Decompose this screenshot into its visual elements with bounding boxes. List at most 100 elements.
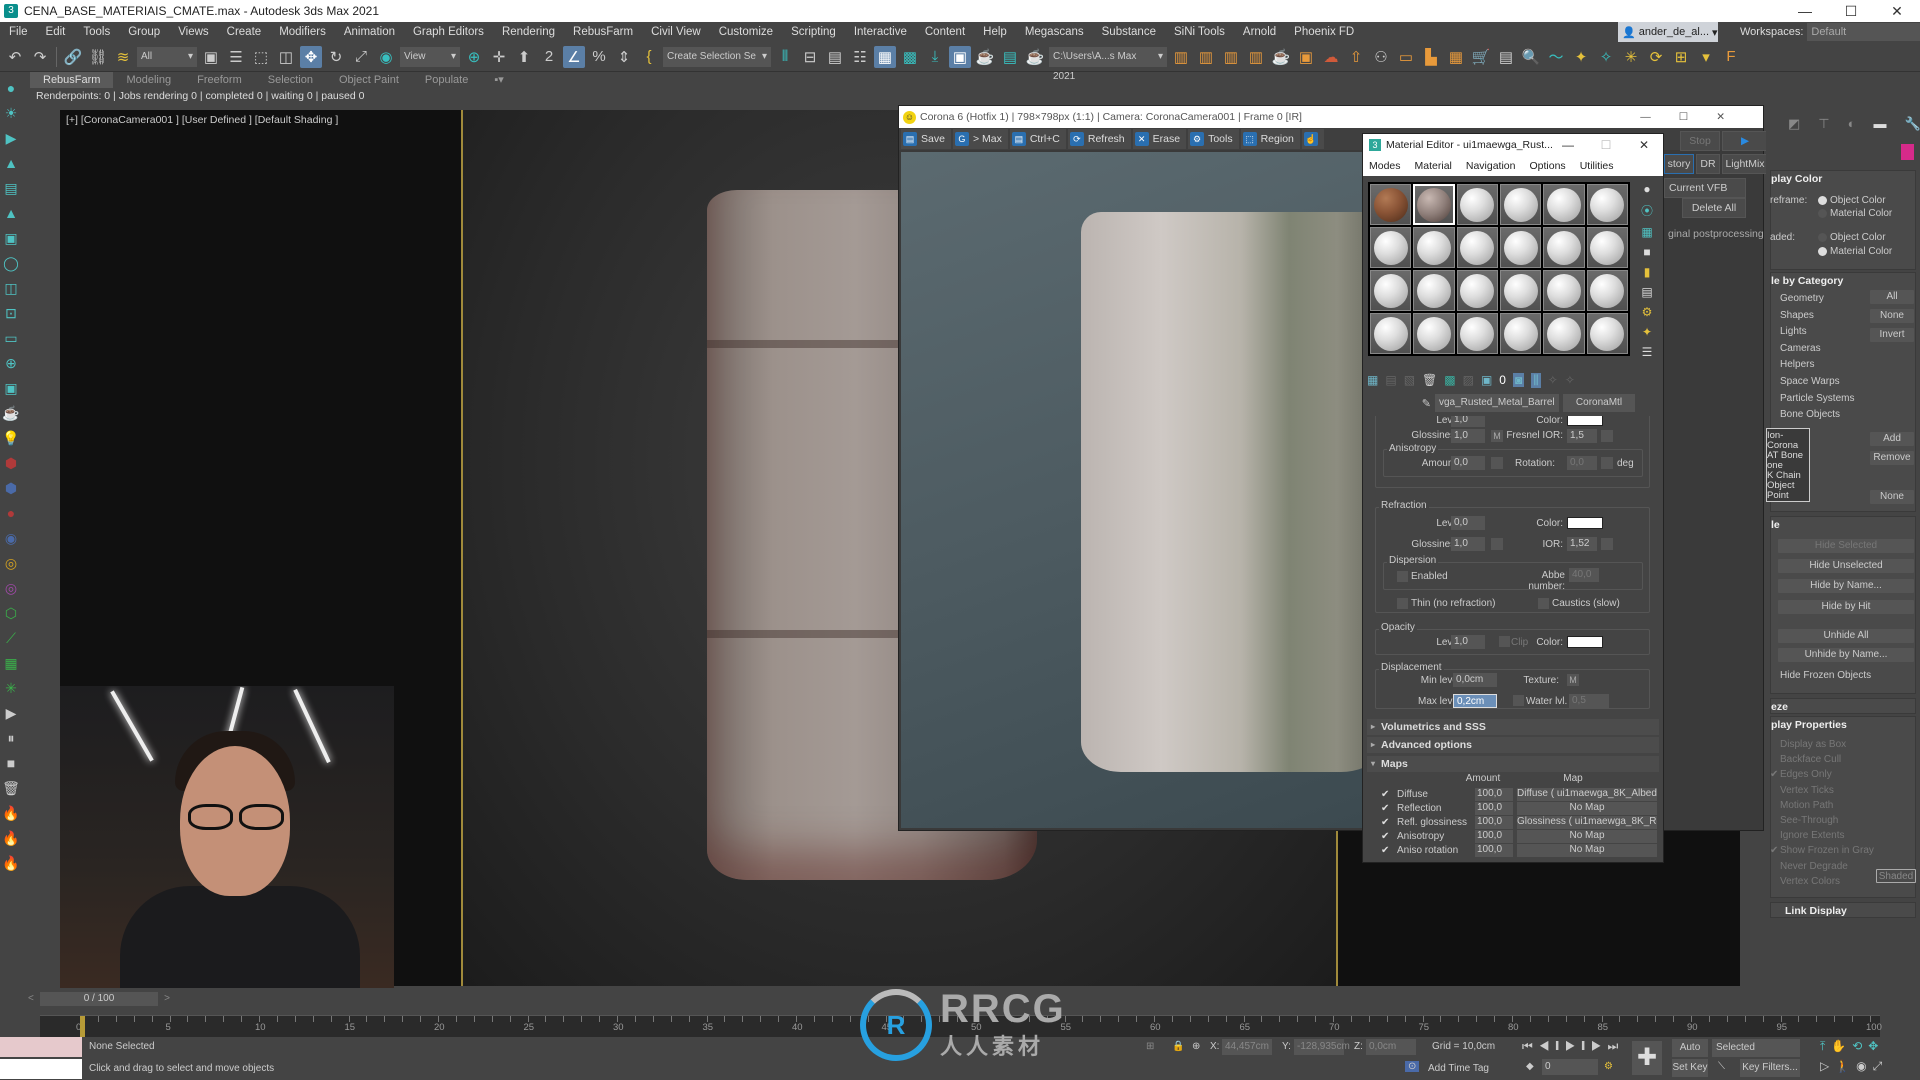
keyboard-shortcut-icon[interactable]: ⬆ xyxy=(513,46,535,68)
viewport-nav-icons-bottom[interactable]: ▷🚶◉⤢ xyxy=(1820,1059,1888,1074)
toggle-icon[interactable]: ⚇ xyxy=(1370,46,1392,68)
menu-modes[interactable]: Modes xyxy=(1369,160,1401,172)
material-slot[interactable] xyxy=(1413,184,1455,225)
select-move-icon[interactable]: ✥ xyxy=(300,45,322,68)
ior-spinner[interactable]: 1,52 xyxy=(1567,537,1597,551)
options-icon[interactable]: ⚙ xyxy=(1642,305,1653,319)
place-icon[interactable]: ◉ xyxy=(375,46,397,68)
pause-icon[interactable]: ⏸ xyxy=(2,728,20,748)
select-by-material-icon[interactable]: ✦ xyxy=(1642,325,1652,339)
material-slot[interactable] xyxy=(1370,184,1412,225)
refr-color-swatch[interactable] xyxy=(1567,517,1603,529)
material-slot[interactable] xyxy=(1499,227,1542,268)
category-checkbox[interactable]: Space Warps xyxy=(1780,376,1840,387)
y-coordinate-field[interactable]: -128,935cm xyxy=(1294,1039,1350,1055)
teapot-tool-icon[interactable]: ☕ xyxy=(2,403,20,423)
go-to-parent-icon[interactable]: ✧ xyxy=(1548,373,1558,387)
motion-tab-icon[interactable]: ◐ xyxy=(1848,116,1856,134)
show-end-result-icon[interactable]: ⫼ xyxy=(1531,372,1541,388)
sini-ignite-icon[interactable]: ✳ xyxy=(1620,46,1642,68)
edit-named-selection-icon[interactable]: { xyxy=(638,46,660,68)
fire3-icon[interactable]: 🔥 xyxy=(2,853,20,873)
material-slot[interactable] xyxy=(1586,227,1628,268)
key-mode-dropdown[interactable]: Selected xyxy=(1712,1039,1800,1057)
material-slot[interactable] xyxy=(1586,270,1628,311)
menu-material[interactable]: Material xyxy=(1415,160,1452,172)
display-property-checkbox[interactable]: Show Frozen in Gray xyxy=(1780,845,1874,856)
cloud-upload-icon[interactable]: ⇧ xyxy=(1345,46,1367,68)
ribbon-tab-rebusfarm[interactable]: RebusFarm xyxy=(30,72,114,88)
uv-tiling-icon[interactable]: ■ xyxy=(1643,245,1650,259)
caustics-checkbox[interactable] xyxy=(1538,598,1549,609)
map-amount-spinner[interactable]: 100,0 xyxy=(1475,815,1513,829)
material-slot[interactable] xyxy=(1413,313,1455,354)
menu-utilities[interactable]: Utilities xyxy=(1580,160,1614,172)
curve-editor-icon[interactable]: ▦ xyxy=(874,45,896,68)
category-all-button[interactable]: All xyxy=(1870,290,1914,304)
menu-customize[interactable]: Customize xyxy=(710,26,782,38)
category-checkbox[interactable]: Geometry xyxy=(1780,293,1824,304)
menu-interactive[interactable]: Interactive xyxy=(845,26,916,38)
angle-snap-icon[interactable]: ∠ xyxy=(563,45,585,68)
display-property-checkbox[interactable]: Vertex Colors xyxy=(1780,876,1840,887)
rebusfarm-status-icon[interactable]: ▥ xyxy=(1245,46,1267,68)
select-object-icon[interactable]: ▣ xyxy=(200,46,222,68)
vfb-render-image[interactable] xyxy=(901,152,1363,828)
map-amount-spinner[interactable]: 100,0 xyxy=(1475,829,1513,843)
add-time-tag[interactable]: Add Time Tag xyxy=(1428,1063,1489,1074)
time-slider-handle[interactable]: 0 / 100 xyxy=(28,992,170,1006)
sini-binary-icon[interactable]: ⊞ xyxy=(1670,46,1692,68)
menu-substance[interactable]: Substance xyxy=(1093,26,1165,38)
geo-icon[interactable]: ⬡ xyxy=(2,603,20,623)
unhide-all-button[interactable]: Unhide All xyxy=(1778,629,1914,643)
material-slot[interactable] xyxy=(1456,184,1498,225)
water-level-spinner[interactable]: 0,5 xyxy=(1569,694,1609,708)
lock-icon[interactable]: 🔒 xyxy=(1172,1041,1184,1052)
vfb-current-vfb-button[interactable]: Current VFB xyxy=(1664,178,1746,198)
phoenix-fd-icon[interactable]: F xyxy=(1720,46,1742,68)
category-list-item[interactable]: K Chain Object xyxy=(1767,471,1809,491)
get-material-icon[interactable]: ▦ xyxy=(1367,373,1378,387)
vfb-window-controls[interactable]: —☐✕ xyxy=(1640,111,1753,123)
flame-icon[interactable]: ● xyxy=(2,503,20,523)
map-enabled-checkbox[interactable]: ✔ xyxy=(1381,817,1393,828)
assign-material-icon[interactable]: ▧ xyxy=(1404,373,1415,387)
cart-icon[interactable]: 🛒 xyxy=(1470,46,1492,68)
shaded-object-color-radio[interactable] xyxy=(1818,233,1827,242)
key-mode-icon[interactable]: ◆ xyxy=(1526,1061,1534,1072)
dispersion-enabled-checkbox[interactable] xyxy=(1397,571,1408,582)
vfb-refresh-button[interactable]: ⟳ Refresh xyxy=(1067,129,1131,149)
abbe-spinner[interactable]: 40,0 xyxy=(1569,568,1599,582)
vfb-tab-lightmix[interactable]: LightMix xyxy=(1722,154,1768,174)
bubbles-icon[interactable]: ◎ xyxy=(2,553,20,573)
key-tangent-icon[interactable]: ⟍ xyxy=(1718,1061,1725,1072)
menu-civil-view[interactable]: Civil View xyxy=(642,26,710,38)
menu-rendering[interactable]: Rendering xyxy=(493,26,564,38)
scene-folder-icon[interactable]: ▭ xyxy=(1395,46,1417,68)
vfb-region-button[interactable]: ⬚ Region xyxy=(1240,129,1300,149)
sample-type-icon[interactable]: ● xyxy=(1643,182,1650,196)
isolate-icon[interactable]: ⊞ xyxy=(1146,1041,1154,1052)
backlight-icon[interactable]: ⦿ xyxy=(1641,202,1653,219)
hide-by-hit-button[interactable]: Hide by Hit xyxy=(1778,600,1914,614)
vfb-copy-button[interactable]: ▤ Ctrl+C xyxy=(1009,129,1066,149)
display-property-checkbox[interactable]: Never Degrade xyxy=(1780,861,1848,872)
sini-window-icon[interactable]: ▤ xyxy=(1495,46,1517,68)
hide-frozen-label[interactable]: Hide Frozen Objects xyxy=(1780,670,1871,681)
material-slot[interactable] xyxy=(1456,270,1498,311)
refl-glossiness-map-button[interactable]: M xyxy=(1491,430,1503,442)
category-checkbox[interactable]: Particle Systems xyxy=(1780,393,1854,404)
align-icon[interactable]: ⊟ xyxy=(799,46,821,68)
sini-hori-icon[interactable]: ✧ xyxy=(1595,46,1617,68)
category-checkbox[interactable]: Helpers xyxy=(1780,359,1814,370)
maxscript-input-mini[interactable] xyxy=(0,1059,82,1079)
menu-megascans[interactable]: Megascans xyxy=(1016,26,1093,38)
trash-icon[interactable]: 🗑 xyxy=(2,778,20,798)
material-slot[interactable] xyxy=(1456,313,1498,354)
material-map-navigator-icon[interactable]: ☰ xyxy=(1642,345,1653,359)
hide-by-category-head[interactable]: le by Category xyxy=(1771,273,1915,289)
fresnel-map-button[interactable] xyxy=(1601,430,1613,442)
menu-tools[interactable]: Tools xyxy=(74,26,119,38)
path-icon[interactable]: ⟋ xyxy=(2,628,20,648)
sini-curve-icon[interactable]: 〜 xyxy=(1545,46,1567,68)
